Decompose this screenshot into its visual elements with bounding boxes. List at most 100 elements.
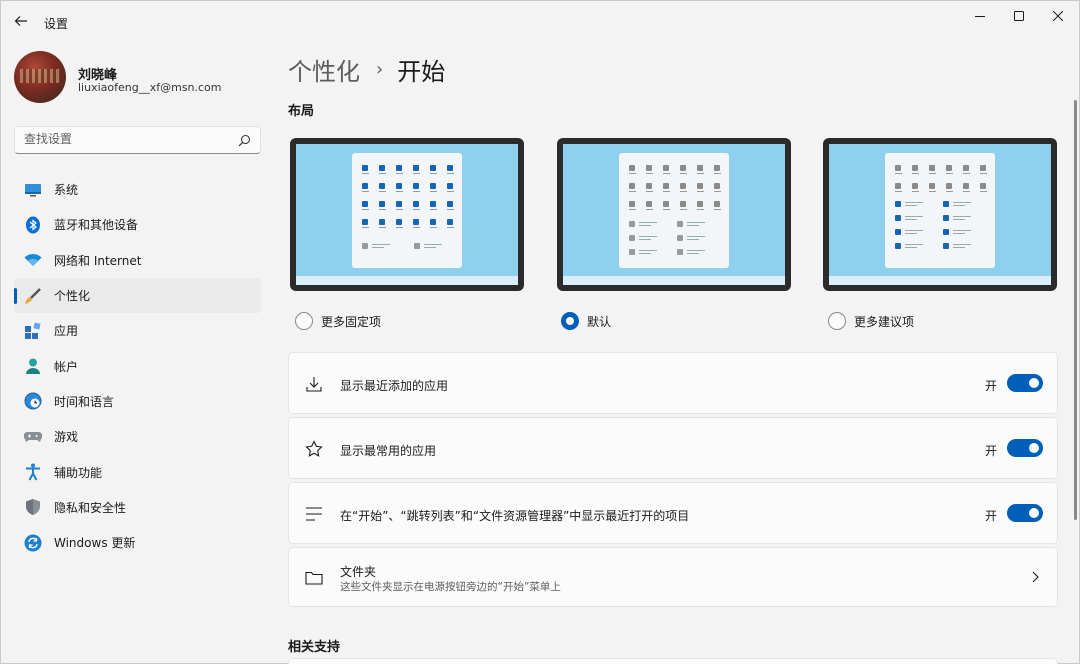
sidebar-item-label: 网络和 Internet xyxy=(54,253,142,268)
back-arrow-icon xyxy=(14,16,27,26)
radio-button-selected[interactable] xyxy=(561,312,579,330)
layout-section-title: 布局 xyxy=(288,104,315,119)
sidebar-item-bluetooth[interactable]: 蓝牙和其他设备 xyxy=(14,207,261,242)
setting-description: 这些文件夹显示在电源按钮旁边的“开始”菜单上 xyxy=(340,581,561,593)
sidebar-item-time-language[interactable]: 时间和语言 xyxy=(14,384,261,419)
globe-clock-icon xyxy=(24,392,42,410)
folder-icon xyxy=(304,568,324,588)
preview-tile xyxy=(396,219,413,237)
close-icon xyxy=(1053,11,1063,21)
setting-label: 显示最近添加的应用 xyxy=(340,379,449,393)
radio-label: 更多固定项 xyxy=(321,314,382,329)
scrollbar[interactable] xyxy=(1074,100,1077,520)
preview-tile xyxy=(895,183,912,201)
close-button[interactable] xyxy=(1040,4,1076,28)
sidebar-item-system[interactable]: 系统 xyxy=(14,172,261,207)
setting-label: 文件夹 xyxy=(340,565,377,579)
preview-tile xyxy=(447,165,464,183)
preview-tile xyxy=(663,165,680,183)
breadcrumb-parent[interactable]: 个性化 xyxy=(288,52,360,87)
accessibility-icon xyxy=(24,463,42,481)
chevron-right-icon xyxy=(1032,571,1039,583)
preview-tile xyxy=(362,201,379,219)
preview-tile xyxy=(714,183,731,201)
toggle-state-text: 开 xyxy=(984,509,997,523)
minimize-button[interactable] xyxy=(962,4,998,28)
app-title: 设置 xyxy=(44,17,69,31)
bluetooth-icon xyxy=(24,216,42,234)
sidebar-item-accounts[interactable]: 帐户 xyxy=(14,348,261,383)
download-icon xyxy=(304,374,324,394)
sidebar-item-privacy[interactable]: 隐私和安全性 xyxy=(14,490,261,525)
sidebar-item-label: 时间和语言 xyxy=(54,394,115,409)
person-icon xyxy=(24,357,42,375)
brush-icon xyxy=(24,287,42,305)
most-used-toggle[interactable] xyxy=(1007,439,1043,457)
preview-tile xyxy=(646,165,663,183)
search-input[interactable] xyxy=(24,132,224,146)
preview-tile xyxy=(413,219,430,237)
preview-tile xyxy=(430,219,447,237)
sidebar-item-windows-update[interactable]: Windows 更新 xyxy=(14,525,261,560)
desktop-preview xyxy=(296,144,518,285)
preview-tile xyxy=(980,183,997,201)
preview-tile xyxy=(396,201,413,219)
preview-tile xyxy=(396,165,413,183)
wifi-icon xyxy=(24,251,42,269)
sidebar-item-gaming[interactable]: 游戏 xyxy=(14,419,261,454)
preview-tile xyxy=(912,165,929,183)
preview-tile xyxy=(379,219,396,237)
preview-tile xyxy=(946,183,963,201)
layout-preview-default[interactable] xyxy=(557,138,791,291)
toggle-state-text: 开 xyxy=(984,444,997,458)
search-box[interactable] xyxy=(14,126,261,154)
recent-items-toggle[interactable] xyxy=(1007,504,1043,522)
preview-tile xyxy=(379,165,396,183)
preview-tile xyxy=(413,183,430,201)
layout-option-more-recommendations[interactable]: 更多建议项 xyxy=(828,312,914,330)
preview-tile xyxy=(963,183,980,201)
sidebar-item-label: 游戏 xyxy=(54,430,79,445)
related-support-card[interactable] xyxy=(288,658,1058,664)
desktop-preview xyxy=(563,144,785,285)
layout-option-default[interactable]: 默认 xyxy=(561,312,611,330)
maximize-button[interactable] xyxy=(1001,4,1037,28)
layout-preview-more-recommendations[interactable] xyxy=(823,138,1057,291)
preview-tile xyxy=(946,165,963,183)
sidebar-item-network[interactable]: 网络和 Internet xyxy=(14,243,261,278)
page-title: 开始 xyxy=(397,58,446,86)
layout-preview-more-pins[interactable] xyxy=(290,138,524,291)
sidebar-item-personalization[interactable]: 个性化 xyxy=(14,277,261,314)
taskbar-preview xyxy=(563,276,785,285)
preview-tile xyxy=(447,183,464,201)
back-button[interactable] xyxy=(10,10,32,32)
radio-button[interactable] xyxy=(828,312,846,330)
preview-tile xyxy=(646,183,663,201)
sidebar-item-label: 应用 xyxy=(54,324,79,339)
setting-recent-apps: 显示最近添加的应用 开 xyxy=(288,352,1058,414)
setting-folders[interactable]: 文件夹 这些文件夹显示在电源按钮旁边的“开始”菜单上 xyxy=(288,547,1058,607)
sidebar-item-label: 蓝牙和其他设备 xyxy=(54,218,139,233)
radio-button[interactable] xyxy=(295,312,313,330)
setting-most-used: 显示最常用的应用 开 xyxy=(288,417,1058,479)
preview-tile xyxy=(680,201,697,219)
preview-tile xyxy=(714,201,731,219)
star-icon xyxy=(304,439,324,459)
shield-icon xyxy=(24,498,42,516)
preview-tile xyxy=(430,201,447,219)
update-icon xyxy=(24,534,42,552)
layout-option-more-pins[interactable]: 更多固定项 xyxy=(295,312,381,330)
sidebar-item-accessibility[interactable]: 辅助功能 xyxy=(14,454,261,489)
preview-tile xyxy=(629,183,646,201)
start-menu-preview xyxy=(352,153,462,268)
setting-recent-items: 在“开始”、“跳转列表”和“文件资源管理器”中显示最近打开的项目 开 xyxy=(288,482,1058,544)
sidebar-item-label: 辅助功能 xyxy=(54,465,103,480)
search-icon[interactable] xyxy=(238,134,251,147)
recent-apps-toggle[interactable] xyxy=(1007,374,1043,392)
avatar[interactable] xyxy=(14,51,66,103)
monitor-icon xyxy=(24,181,42,199)
sidebar-item-label: 帐户 xyxy=(54,359,79,374)
preview-tile xyxy=(396,183,413,201)
sidebar-item-apps[interactable]: 应用 xyxy=(14,313,261,348)
preview-tile xyxy=(362,219,379,237)
